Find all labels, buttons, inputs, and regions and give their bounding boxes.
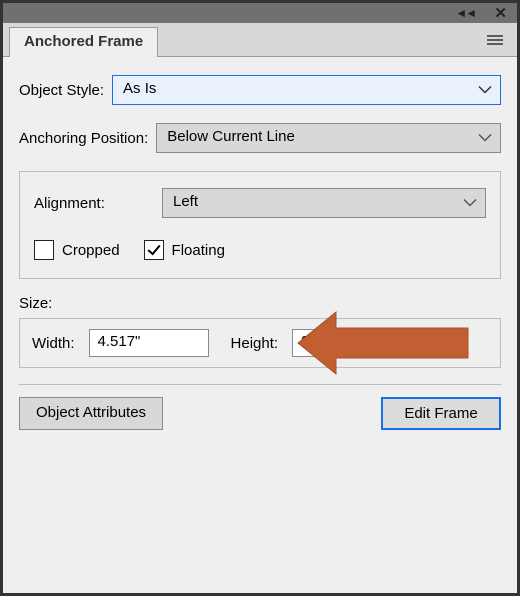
tab-row: Anchored Frame: [3, 23, 517, 57]
panel-menu-icon[interactable]: [485, 34, 505, 46]
alignment-group: Alignment: Left Cropped Floating: [19, 171, 501, 279]
alignment-row: Alignment: Left: [34, 188, 486, 218]
checkbox-row: Cropped Floating: [34, 240, 486, 260]
floating-checkbox[interactable]: Floating: [144, 240, 225, 260]
panel-body: Object Style: As Is Anchoring Position: …: [3, 57, 517, 593]
titlebar: ◄◄ ✕: [3, 3, 517, 23]
close-icon[interactable]: ✕: [494, 4, 507, 22]
size-group: Width: 4.517" Height: 2.084": [19, 318, 501, 368]
object-style-select[interactable]: As Is: [112, 75, 501, 105]
divider: [19, 384, 501, 385]
chevron-down-icon: [478, 130, 492, 147]
object-style-label: Object Style:: [19, 82, 104, 99]
cropped-label: Cropped: [62, 242, 120, 259]
chevron-down-icon: [463, 195, 477, 212]
height-input[interactable]: 2.084": [292, 329, 412, 357]
anchoring-position-select[interactable]: Below Current Line: [156, 123, 501, 153]
edit-frame-button[interactable]: Edit Frame: [381, 397, 501, 430]
anchoring-position-value: Below Current Line: [167, 128, 295, 145]
size-label: Size:: [19, 295, 493, 312]
anchored-frame-panel: ◄◄ ✕ Anchored Frame Object Style: As Is: [0, 0, 520, 596]
checkbox-box-checked: [144, 240, 164, 260]
checkbox-box: [34, 240, 54, 260]
width-input[interactable]: 4.517": [89, 329, 209, 357]
tab-anchored-frame[interactable]: Anchored Frame: [9, 27, 158, 58]
width-label: Width:: [32, 335, 75, 352]
cropped-checkbox[interactable]: Cropped: [34, 240, 120, 260]
object-style-row: Object Style: As Is: [19, 75, 501, 105]
floating-label: Floating: [172, 242, 225, 259]
anchoring-position-label: Anchoring Position:: [19, 130, 148, 147]
height-label: Height:: [231, 335, 279, 352]
button-row: Object Attributes Edit Frame: [19, 397, 501, 430]
anchoring-position-row: Anchoring Position: Below Current Line: [19, 123, 501, 153]
alignment-select[interactable]: Left: [162, 188, 486, 218]
object-style-value: As Is: [123, 80, 156, 97]
alignment-value: Left: [173, 193, 198, 210]
object-attributes-button[interactable]: Object Attributes: [19, 397, 163, 430]
collapse-icon[interactable]: ◄◄: [455, 6, 475, 20]
chevron-down-icon: [478, 82, 492, 99]
alignment-label: Alignment:: [34, 195, 154, 212]
